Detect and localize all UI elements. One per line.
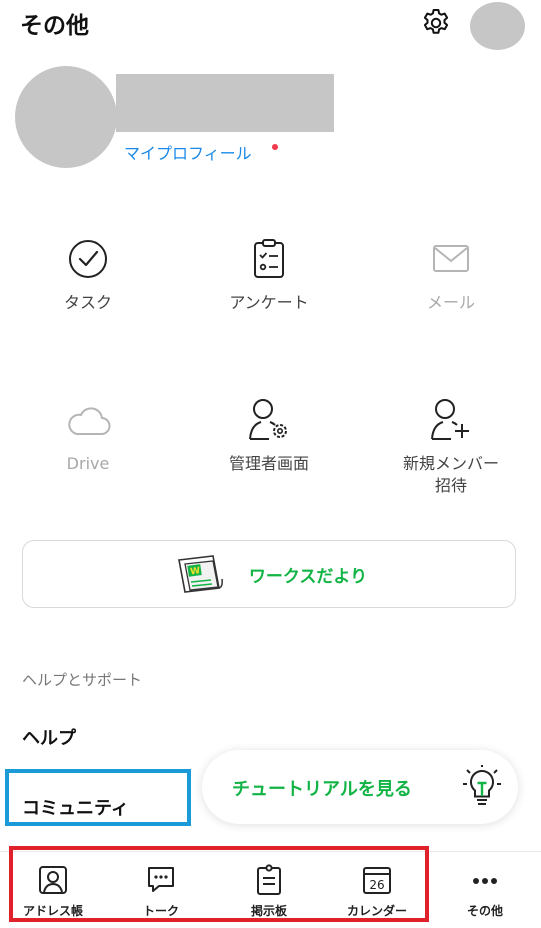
account-avatar[interactable] xyxy=(470,2,525,50)
tutorial-label: チュートリアルを見る xyxy=(232,779,412,800)
survey-clipboard-icon xyxy=(254,239,284,278)
notification-dot xyxy=(272,144,278,150)
grid-item-label: メール xyxy=(426,293,475,312)
add-user-icon xyxy=(431,399,469,440)
more-dots-icon xyxy=(473,878,497,884)
works-newsletter-banner[interactable]: W ワークスだより xyxy=(22,540,516,608)
profile-name-redacted xyxy=(116,74,334,132)
mail-icon xyxy=(433,245,469,272)
grid-item-label: Drive xyxy=(66,454,110,473)
task-check-icon xyxy=(69,240,107,278)
grid-item-task[interactable]: タスク xyxy=(8,236,168,314)
grid-item-label: タスク xyxy=(63,293,112,312)
tutorial-button[interactable]: チュートリアルを見る xyxy=(202,750,518,824)
settings-button[interactable] xyxy=(418,4,454,40)
page-title: その他 xyxy=(20,13,89,39)
banner-label: ワークスだより xyxy=(248,566,368,587)
grid-item-drive[interactable]: Drive xyxy=(8,397,168,475)
grid-item-label: アンケート xyxy=(229,293,309,312)
nav-label: その他 xyxy=(466,904,503,918)
nav-highlight xyxy=(9,846,429,922)
help-support-header: ヘルプとサポート xyxy=(22,671,143,689)
profile-avatar[interactable] xyxy=(15,66,117,168)
grid-item-label: 管理者画面 xyxy=(228,454,309,473)
my-profile-link[interactable]: マイプロフィール xyxy=(124,140,252,164)
admin-user-gear-icon xyxy=(249,399,287,440)
newsletter-icon: W xyxy=(177,555,223,593)
grid-item-survey[interactable]: アンケート xyxy=(189,236,349,314)
help-link[interactable]: ヘルプ xyxy=(22,724,76,750)
gear-icon xyxy=(423,9,449,34)
community-link[interactable]: コミュニティ xyxy=(22,794,129,820)
grid-item-label: 新規メンバー 招待 xyxy=(402,454,499,495)
nav-more[interactable]: その他 xyxy=(440,864,530,919)
grid-item-invite[interactable]: 新規メンバー 招待 xyxy=(371,397,531,497)
grid-item-admin[interactable]: 管理者画面 xyxy=(189,397,349,475)
lightbulb-icon xyxy=(463,765,501,805)
svg-text:W: W xyxy=(190,566,201,577)
grid-item-mail[interactable]: メール xyxy=(371,236,531,314)
cloud-icon xyxy=(68,407,111,435)
